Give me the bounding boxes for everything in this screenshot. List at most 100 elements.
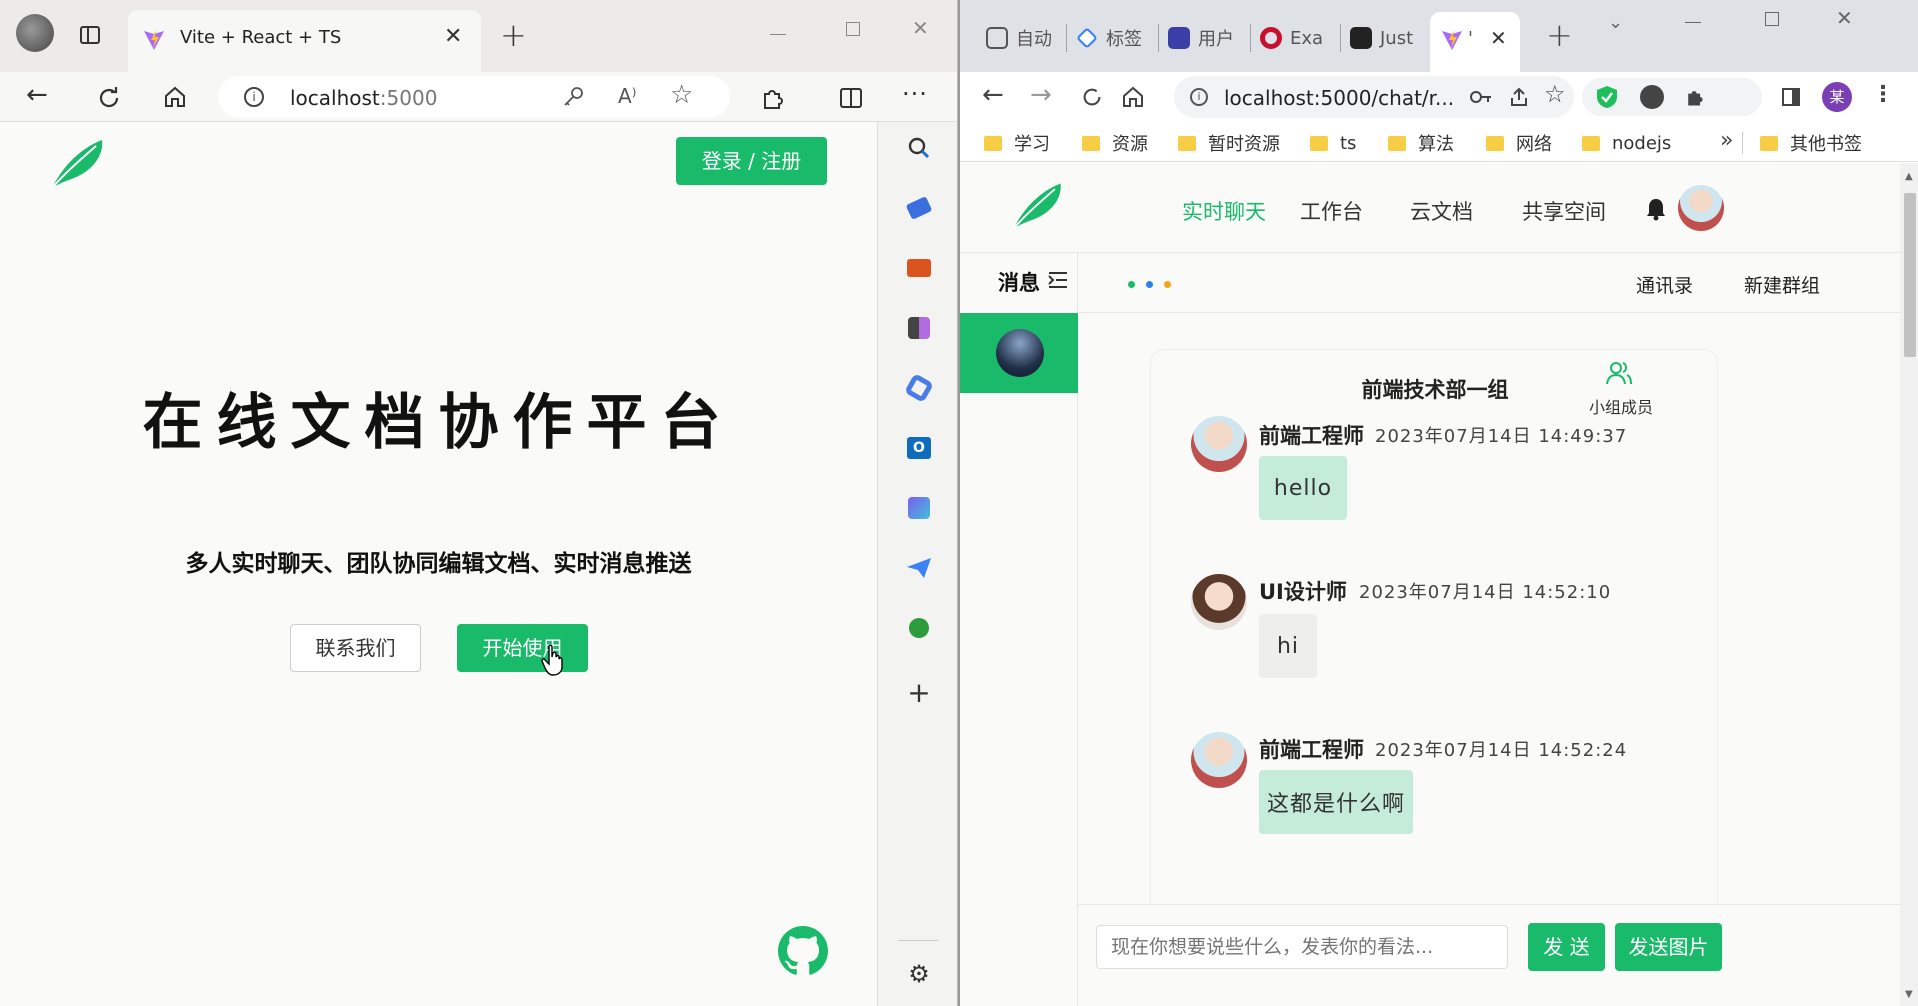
home-icon[interactable] <box>162 84 188 110</box>
close-tab-icon[interactable]: ✕ <box>1490 26 1507 50</box>
tab-4[interactable]: Just <box>1350 20 1413 56</box>
tab-1[interactable]: 标签 <box>1076 20 1142 56</box>
bookmark-folder[interactable]: 网络 <box>1486 130 1552 156</box>
tree-icon[interactable] <box>905 614 933 642</box>
new-tab-icon[interactable]: + <box>1546 16 1573 54</box>
bookmark-folder[interactable]: ts <box>1310 130 1356 156</box>
home-icon[interactable] <box>1120 84 1146 110</box>
read-aloud-icon[interactable]: A⁾ <box>618 84 637 108</box>
send-image-button[interactable]: 发送图片 <box>1615 923 1722 971</box>
more-menu-icon[interactable]: ⋮ <box>1872 82 1894 107</box>
conversation-item-active[interactable] <box>960 313 1078 393</box>
close-window-icon[interactable]: ✕ <box>912 16 929 40</box>
shield-icon[interactable] <box>1596 85 1618 109</box>
get-started-button[interactable]: 开始使用 <box>457 624 588 672</box>
bookmark-folder[interactable]: 暂时资源 <box>1178 130 1280 156</box>
new-tab-icon[interactable]: + <box>500 16 527 54</box>
bookmark-folder[interactable]: 算法 <box>1388 130 1454 156</box>
bookmark-star-icon[interactable]: ☆ <box>1544 80 1566 108</box>
site-info-icon[interactable]: i <box>1190 88 1208 106</box>
feather-logo-icon[interactable] <box>46 136 110 192</box>
more-menu-icon[interactable]: ··· <box>902 80 928 108</box>
web-extension-icon[interactable] <box>1640 85 1664 109</box>
tab-3[interactable]: Exa <box>1260 20 1323 56</box>
tab-vite-react[interactable]: Vite + React + TS ✕ <box>128 10 481 72</box>
send-button[interactable]: 发 送 <box>1528 923 1605 971</box>
back-icon[interactable]: ← <box>982 80 1004 110</box>
site-info-icon[interactable]: i <box>244 87 264 107</box>
nav-realtime-chat[interactable]: 实时聊天 <box>1182 196 1266 226</box>
tab-active[interactable]: ' ✕ <box>1430 12 1520 72</box>
contact-us-button[interactable]: 联系我们 <box>290 624 421 672</box>
github-icon[interactable] <box>778 926 828 976</box>
refresh-icon[interactable] <box>96 85 122 111</box>
contacts-link[interactable]: 通讯录 <box>1636 271 1693 298</box>
minimize-icon[interactable] <box>770 34 786 35</box>
scrollbar-thumb[interactable] <box>1904 193 1916 357</box>
add-sidebar-icon[interactable]: + <box>905 676 933 709</box>
sender-avatar <box>1191 574 1247 630</box>
omnibox[interactable]: i localhost:5000/chat/r... ☆ <box>1174 76 1574 118</box>
group-members-label[interactable]: 小组成员 <box>1589 394 1653 418</box>
search-icon[interactable] <box>905 134 933 162</box>
user-avatar[interactable] <box>1678 185 1724 231</box>
tab-0[interactable]: 自动 <box>986 20 1052 56</box>
bell-icon[interactable] <box>1646 197 1666 221</box>
send-icon[interactable] <box>905 554 933 582</box>
tab-2[interactable]: 用户 <box>1168 20 1234 56</box>
other-bookmarks-folder[interactable]: 其他书签 <box>1760 130 1862 156</box>
bookmark-folder[interactable]: nodejs <box>1582 130 1671 156</box>
tab-title: Vite + React + TS <box>180 27 342 48</box>
workspaces-icon[interactable] <box>80 26 100 44</box>
login-register-button[interactable]: 登录 / 注册 <box>676 137 827 185</box>
maximize-icon[interactable] <box>846 22 860 36</box>
key-icon[interactable] <box>1470 88 1492 106</box>
bookmark-folder[interactable]: 资源 <box>1082 130 1148 156</box>
vite-icon <box>144 30 164 50</box>
nav-cloud-docs[interactable]: 云文档 <box>1410 196 1473 226</box>
nav-workbench[interactable]: 工作台 <box>1300 196 1363 226</box>
url-host: localhost <box>290 86 380 110</box>
address-bar[interactable]: i localhost:5000 A⁾ ☆ <box>218 76 730 118</box>
copilot-icon[interactable] <box>903 372 935 404</box>
chat-app: 实时聊天 工作台 云文档 共享空间 消息 通讯录 新建群组 前端技术部一组 小组… <box>960 163 1900 1006</box>
side-panel-icon[interactable] <box>1782 88 1800 106</box>
menu-indent-icon[interactable] <box>1048 271 1068 289</box>
feather-logo-icon[interactable] <box>1008 179 1068 233</box>
forward-icon[interactable]: → <box>1030 80 1052 110</box>
message-input[interactable] <box>1096 925 1508 969</box>
close-window-icon[interactable]: ✕ <box>1836 6 1853 30</box>
sender-avatar <box>1191 416 1247 472</box>
profile-avatar[interactable] <box>16 14 54 52</box>
toolbox-icon[interactable] <box>905 254 933 282</box>
profile-avatar[interactable]: 某 <box>1822 82 1852 112</box>
settings-gear-icon[interactable]: ⚙ <box>905 960 933 988</box>
share-icon[interactable] <box>1508 86 1530 108</box>
designer-icon[interactable] <box>905 494 933 522</box>
minimize-icon[interactable] <box>1685 22 1701 23</box>
split-screen-icon[interactable] <box>838 85 864 111</box>
favorite-star-icon[interactable]: ☆ <box>670 80 693 110</box>
nav-shared-space[interactable]: 共享空间 <box>1522 196 1606 226</box>
extension-tray <box>1582 78 1762 116</box>
games-icon[interactable] <box>905 314 933 342</box>
maximize-icon[interactable] <box>1765 12 1779 26</box>
url-text: localhost:5000/chat/r... <box>1224 86 1455 110</box>
new-group-link[interactable]: 新建群组 <box>1744 271 1820 298</box>
close-tab-icon[interactable]: ✕ <box>444 24 462 49</box>
puzzle-icon[interactable] <box>1684 86 1706 108</box>
key-icon[interactable] <box>562 86 584 108</box>
page-scrollbar[interactable]: ▲ ▼ <box>1900 163 1918 1006</box>
group-members-icon[interactable] <box>1605 360 1633 388</box>
shopping-tag-icon[interactable] <box>905 194 933 222</box>
chat-panel: 前端技术部一组 小组成员 前端工程师 2023年07月14日 14:49:37 … <box>1150 349 1718 904</box>
bookmarks-overflow-button[interactable]: » <box>1720 128 1733 153</box>
extensions-icon[interactable] <box>760 85 786 111</box>
refresh-icon[interactable] <box>1080 85 1104 109</box>
bookmark-folder[interactable]: 学习 <box>984 130 1050 156</box>
tab-search-icon[interactable]: ⌄ <box>1608 12 1623 33</box>
group-avatar <box>996 329 1044 377</box>
outlook-icon[interactable]: O <box>905 434 933 462</box>
back-icon[interactable]: ← <box>26 80 48 110</box>
hero-subtitle: 多人实时聊天、团队协同编辑文档、实时消息推送 <box>185 551 692 577</box>
